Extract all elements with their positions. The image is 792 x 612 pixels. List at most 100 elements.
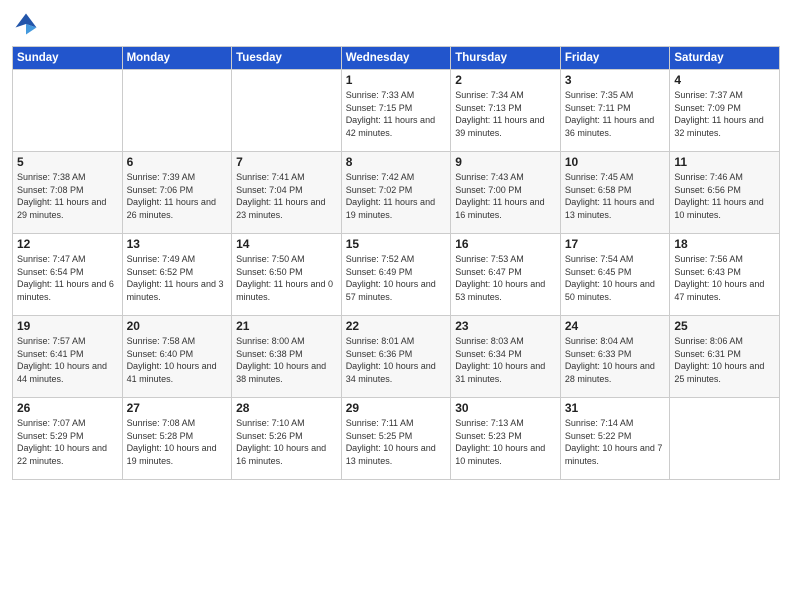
calendar-cell: 28 Sunrise: 7:10 AM Sunset: 5:26 PM Dayli… xyxy=(232,398,342,480)
weekday-header-row: SundayMondayTuesdayWednesdayThursdayFrid… xyxy=(13,47,780,70)
calendar-cell: 21 Sunrise: 8:00 AM Sunset: 6:38 PM Dayli… xyxy=(232,316,342,398)
day-number: 3 xyxy=(565,73,666,87)
calendar-cell: 29Sunrise: 7:11 AM Sunset: 5:25 PM Dayli… xyxy=(341,398,451,480)
day-info: Sunrise: 7:54 AM Sunset: 6:45 PM Dayligh… xyxy=(565,253,666,303)
day-number: 16 xyxy=(455,237,556,251)
day-number: 11 xyxy=(674,155,775,169)
page-container: SundayMondayTuesdayWednesdayThursdayFrid… xyxy=(0,0,792,612)
day-info: Sunrise: 7:10 AM Sunset: 5:26 PM Dayligh… xyxy=(236,417,337,467)
day-info: Sunrise: 7:38 AM Sunset: 7:08 PM Dayligh… xyxy=(17,171,118,221)
day-number: 28 xyxy=(236,401,337,415)
day-number: 19 xyxy=(17,319,118,333)
day-info: Sunrise: 7:41 AM Sunset: 7:04 PM Dayligh… xyxy=(236,171,337,221)
logo xyxy=(12,10,44,38)
day-number: 30 xyxy=(455,401,556,415)
day-info: Sunrise: 7:56 AM Sunset: 6:43 PM Dayligh… xyxy=(674,253,775,303)
day-number: 14 xyxy=(236,237,337,251)
day-info: Sunrise: 7:08 AM Sunset: 5:28 PM Dayligh… xyxy=(127,417,228,467)
calendar-cell: 20 Sunrise: 7:58 AM Sunset: 6:40 PM Dayli… xyxy=(122,316,232,398)
day-number: 18 xyxy=(674,237,775,251)
day-info: Sunrise: 7:47 AM Sunset: 6:54 PM Dayligh… xyxy=(17,253,118,303)
calendar-cell: 15 Sunrise: 7:52 AM Sunset: 6:49 PM Dayli… xyxy=(341,234,451,316)
day-info: Sunrise: 8:00 AM Sunset: 6:38 PM Dayligh… xyxy=(236,335,337,385)
day-number: 23 xyxy=(455,319,556,333)
day-info: Sunrise: 8:04 AM Sunset: 6:33 PM Dayligh… xyxy=(565,335,666,385)
calendar-cell: 13Sunrise: 7:49 AM Sunset: 6:52 PM Dayli… xyxy=(122,234,232,316)
day-info: Sunrise: 7:52 AM Sunset: 6:49 PM Dayligh… xyxy=(346,253,447,303)
day-number: 12 xyxy=(17,237,118,251)
calendar-week-0: 1 Sunrise: 7:33 AM Sunset: 7:15 PM Daylig… xyxy=(13,70,780,152)
calendar-cell: 10Sunrise: 7:45 AM Sunset: 6:58 PM Dayli… xyxy=(560,152,670,234)
day-info: Sunrise: 7:49 AM Sunset: 6:52 PM Dayligh… xyxy=(127,253,228,303)
day-number: 8 xyxy=(346,155,447,169)
calendar-cell: 27 Sunrise: 7:08 AM Sunset: 5:28 PM Dayli… xyxy=(122,398,232,480)
calendar-week-2: 12 Sunrise: 7:47 AM Sunset: 6:54 PM Dayli… xyxy=(13,234,780,316)
day-number: 25 xyxy=(674,319,775,333)
day-info: Sunrise: 7:50 AM Sunset: 6:50 PM Dayligh… xyxy=(236,253,337,303)
day-info: Sunrise: 7:11 AM Sunset: 5:25 PM Dayligh… xyxy=(346,417,447,467)
weekday-header-thursday: Thursday xyxy=(451,47,561,70)
day-number: 10 xyxy=(565,155,666,169)
day-number: 1 xyxy=(346,73,447,87)
day-number: 5 xyxy=(17,155,118,169)
day-info: Sunrise: 7:35 AM Sunset: 7:11 PM Dayligh… xyxy=(565,89,666,139)
calendar-cell: 17 Sunrise: 7:54 AM Sunset: 6:45 PM Dayli… xyxy=(560,234,670,316)
day-number: 27 xyxy=(127,401,228,415)
calendar-cell: 16 Sunrise: 7:53 AM Sunset: 6:47 PM Dayli… xyxy=(451,234,561,316)
day-info: Sunrise: 8:01 AM Sunset: 6:36 PM Dayligh… xyxy=(346,335,447,385)
day-number: 24 xyxy=(565,319,666,333)
calendar-cell: 22 Sunrise: 8:01 AM Sunset: 6:36 PM Dayli… xyxy=(341,316,451,398)
calendar-cell: 24 Sunrise: 8:04 AM Sunset: 6:33 PM Dayli… xyxy=(560,316,670,398)
weekday-header-monday: Monday xyxy=(122,47,232,70)
day-number: 22 xyxy=(346,319,447,333)
day-number: 20 xyxy=(127,319,228,333)
day-number: 4 xyxy=(674,73,775,87)
calendar-cell: 4 Sunrise: 7:37 AM Sunset: 7:09 PM Daylig… xyxy=(670,70,780,152)
calendar-cell: 3 Sunrise: 7:35 AM Sunset: 7:11 PM Daylig… xyxy=(560,70,670,152)
day-info: Sunrise: 7:33 AM Sunset: 7:15 PM Dayligh… xyxy=(346,89,447,139)
calendar-week-3: 19 Sunrise: 7:57 AM Sunset: 6:41 PM Dayli… xyxy=(13,316,780,398)
calendar-cell: 18 Sunrise: 7:56 AM Sunset: 6:43 PM Dayli… xyxy=(670,234,780,316)
day-number: 31 xyxy=(565,401,666,415)
day-info: Sunrise: 7:07 AM Sunset: 5:29 PM Dayligh… xyxy=(17,417,118,467)
day-number: 6 xyxy=(127,155,228,169)
day-number: 9 xyxy=(455,155,556,169)
day-info: Sunrise: 7:37 AM Sunset: 7:09 PM Dayligh… xyxy=(674,89,775,139)
day-number: 7 xyxy=(236,155,337,169)
calendar-cell: 25 Sunrise: 8:06 AM Sunset: 6:31 PM Dayli… xyxy=(670,316,780,398)
day-number: 17 xyxy=(565,237,666,251)
day-info: Sunrise: 7:34 AM Sunset: 7:13 PM Dayligh… xyxy=(455,89,556,139)
day-info: Sunrise: 7:57 AM Sunset: 6:41 PM Dayligh… xyxy=(17,335,118,385)
day-info: Sunrise: 7:58 AM Sunset: 6:40 PM Dayligh… xyxy=(127,335,228,385)
calendar-cell: 11 Sunrise: 7:46 AM Sunset: 6:56 PM Dayli… xyxy=(670,152,780,234)
calendar-cell: 2Sunrise: 7:34 AM Sunset: 7:13 PM Daylig… xyxy=(451,70,561,152)
calendar-cell: 23 Sunrise: 8:03 AM Sunset: 6:34 PM Dayli… xyxy=(451,316,561,398)
day-info: Sunrise: 7:14 AM Sunset: 5:22 PM Dayligh… xyxy=(565,417,666,467)
calendar-cell: 9 Sunrise: 7:43 AM Sunset: 7:00 PM Daylig… xyxy=(451,152,561,234)
weekday-header-saturday: Saturday xyxy=(670,47,780,70)
calendar-week-4: 26 Sunrise: 7:07 AM Sunset: 5:29 PM Dayli… xyxy=(13,398,780,480)
weekday-header-tuesday: Tuesday xyxy=(232,47,342,70)
calendar-cell: 14 Sunrise: 7:50 AM Sunset: 6:50 PM Dayli… xyxy=(232,234,342,316)
calendar-week-1: 5 Sunrise: 7:38 AM Sunset: 7:08 PM Daylig… xyxy=(13,152,780,234)
day-info: Sunrise: 8:03 AM Sunset: 6:34 PM Dayligh… xyxy=(455,335,556,385)
calendar-cell xyxy=(122,70,232,152)
day-info: Sunrise: 7:13 AM Sunset: 5:23 PM Dayligh… xyxy=(455,417,556,467)
calendar-cell: 12 Sunrise: 7:47 AM Sunset: 6:54 PM Dayli… xyxy=(13,234,123,316)
calendar-cell: 31 Sunrise: 7:14 AM Sunset: 5:22 PM Dayli… xyxy=(560,398,670,480)
day-number: 21 xyxy=(236,319,337,333)
calendar-cell xyxy=(670,398,780,480)
day-info: Sunrise: 7:46 AM Sunset: 6:56 PM Dayligh… xyxy=(674,171,775,221)
day-info: Sunrise: 7:53 AM Sunset: 6:47 PM Dayligh… xyxy=(455,253,556,303)
weekday-header-sunday: Sunday xyxy=(13,47,123,70)
day-number: 15 xyxy=(346,237,447,251)
calendar-cell: 8Sunrise: 7:42 AM Sunset: 7:02 PM Daylig… xyxy=(341,152,451,234)
calendar-cell xyxy=(13,70,123,152)
calendar-cell: 1 Sunrise: 7:33 AM Sunset: 7:15 PM Daylig… xyxy=(341,70,451,152)
day-number: 26 xyxy=(17,401,118,415)
calendar-cell: 19 Sunrise: 7:57 AM Sunset: 6:41 PM Dayli… xyxy=(13,316,123,398)
calendar-cell: 5 Sunrise: 7:38 AM Sunset: 7:08 PM Daylig… xyxy=(13,152,123,234)
logo-icon xyxy=(12,10,40,38)
day-info: Sunrise: 8:06 AM Sunset: 6:31 PM Dayligh… xyxy=(674,335,775,385)
day-info: Sunrise: 7:43 AM Sunset: 7:00 PM Dayligh… xyxy=(455,171,556,221)
